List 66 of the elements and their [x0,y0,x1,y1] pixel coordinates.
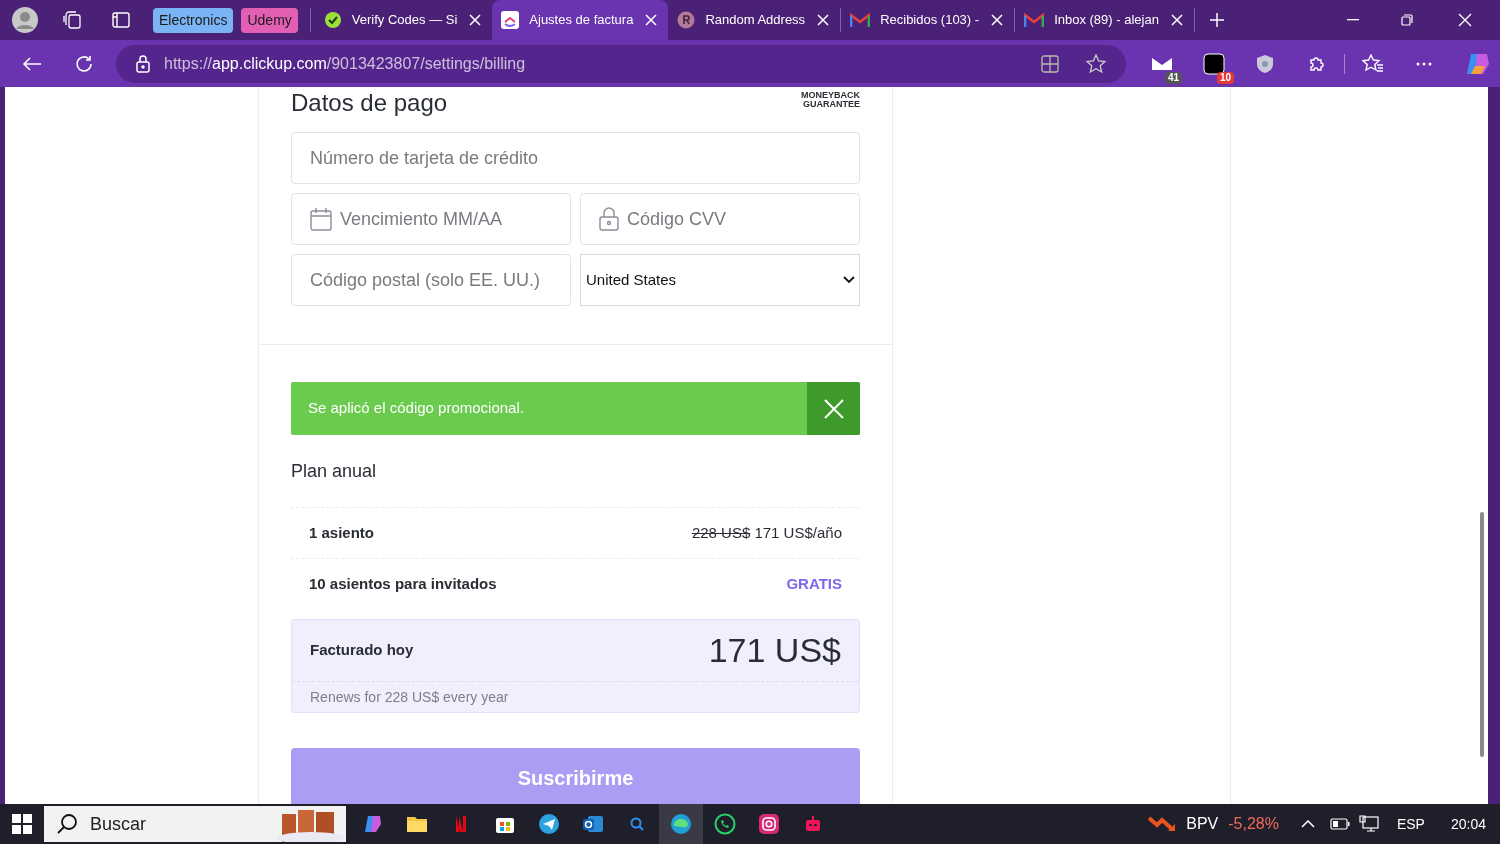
country-select[interactable]: United States [580,254,860,306]
address-bar[interactable]: https://app.clickup.com/9013423807/settings/billing [116,44,1126,83]
count-badge: 10 [1216,71,1234,84]
line-item-label: 10 asientos para invitados [309,573,497,594]
total-amount: 171 US$ [708,630,841,671]
workspaces-icon[interactable] [62,10,82,30]
cvv-field[interactable]: Código CVV [580,193,860,245]
mail-icon [850,12,871,28]
expiry-field[interactable]: Vencimiento MM/AA [291,193,571,245]
url-text: https://app.clickup.com/9013423807/settings/billing [164,53,526,74]
more-icon[interactable] [1416,61,1432,66]
section-heading: Datos de pago [291,89,448,117]
calendar-icon [310,207,332,231]
letter-r-icon [677,11,696,29]
lock-icon [136,54,150,73]
total-label: Facturado hoy [310,640,414,661]
copilot-icon[interactable] [1465,51,1491,76]
browser-tab[interactable]: Random Address [668,0,841,40]
line-item-label: 1 asiento [309,522,375,543]
close-icon[interactable] [467,12,484,28]
guarantee-text: MONEYBACK GUARANTEE [801,91,860,109]
profile-avatar-icon[interactable] [11,6,39,34]
tab-group-label[interactable]: Electronics [153,7,234,33]
app-logo-icon [501,11,520,29]
close-button[interactable] [807,382,860,435]
mail-icon [1024,12,1045,28]
language-indicator[interactable]: ESP [1396,813,1425,835]
battery-icon[interactable] [1329,818,1350,830]
network-icon[interactable] [1358,815,1379,833]
tab-actions-icon[interactable] [112,11,130,29]
stock-trend-icon [1148,815,1177,833]
lock-icon [599,207,619,231]
search-icon [56,813,78,835]
plan-title: Plan anual [291,459,377,483]
stock-change[interactable]: -5,28% [1228,812,1279,836]
favorite-star-icon[interactable] [1086,53,1106,74]
renewal-note: Renews for 228 US$ every year [310,687,509,707]
stock-symbol[interactable]: BPV [1186,812,1219,836]
new-tab-icon[interactable] [1208,12,1225,28]
chevron-down-icon [843,276,855,284]
price-text: GRATIS [786,573,842,594]
browser-tab[interactable]: Ajustes de factura [492,0,669,40]
promo-message: Se aplicó el código promocional. [307,398,525,419]
card-number-field[interactable]: Número de tarjeta de crédito [291,132,860,184]
close-icon[interactable] [643,12,660,28]
close-icon [823,398,844,419]
close-icon[interactable] [815,12,832,28]
postal-code-field[interactable]: Código postal (solo EE. UU.) [291,254,571,306]
check-icon [323,11,342,29]
reload-icon[interactable] [74,53,94,74]
split-screen-icon[interactable] [1041,54,1059,73]
tab-group-label[interactable]: Udemy [241,7,298,33]
count-badge: 41 [1164,71,1182,84]
back-icon[interactable] [22,55,42,72]
price-text: 228 US$ 171 US$/año [691,522,842,543]
chevron-up-icon[interactable] [1300,820,1315,828]
close-icon[interactable] [1168,12,1185,28]
close-icon[interactable] [989,12,1006,28]
clock-time[interactable]: 20:04 [1450,813,1486,835]
browser-tab[interactable]: Recibidos (103) - [841,0,1015,40]
taskbar-search-field[interactable]: Buscar [44,806,346,842]
browser-icon[interactable] [659,804,703,844]
browser-tab[interactable]: Verify Codes — Si [314,0,493,40]
browser-tab[interactable]: Inbox (89) - alejan [1015,0,1194,40]
shield-icon[interactable] [1256,53,1274,74]
favorites-icon[interactable] [1362,53,1384,74]
